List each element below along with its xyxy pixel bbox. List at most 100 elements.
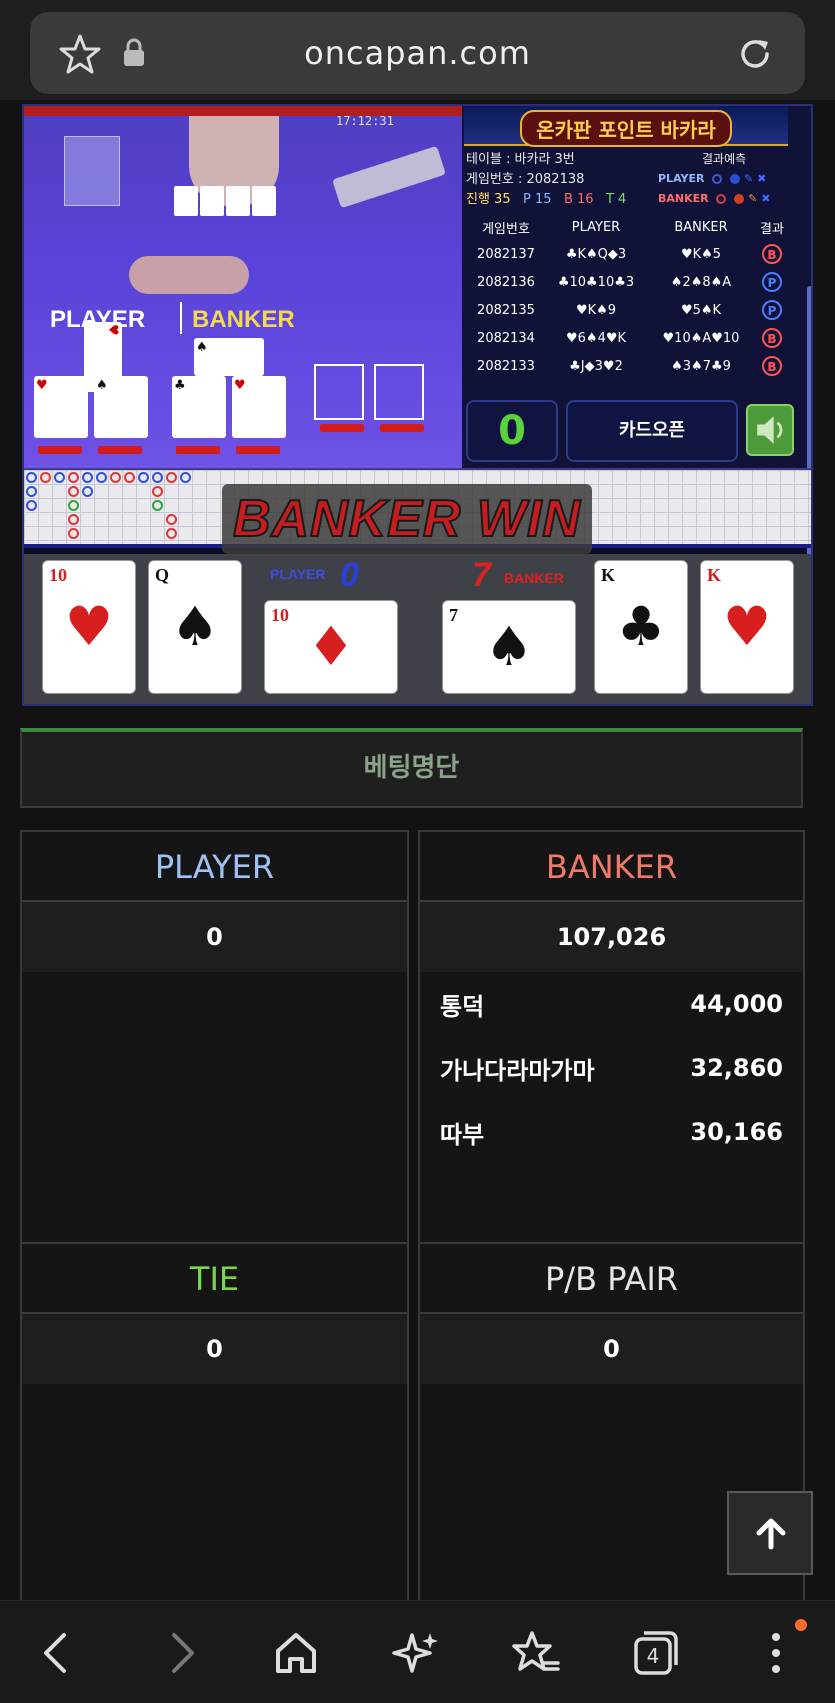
- history-result-badge: P: [762, 272, 782, 292]
- history-header-cell: 결과: [760, 221, 784, 237]
- sparkle-icon[interactable]: [388, 1625, 444, 1681]
- bettor-name: 통덕: [440, 992, 485, 1021]
- countdown-display: 0: [466, 400, 558, 462]
- card-pad: [98, 446, 142, 454]
- history-banker-cards: ♠3♠7♣9: [671, 358, 731, 374]
- history-row: 2082136 ♣10♣10♣3 ♠2♠8♠A P: [466, 268, 788, 296]
- predict-banker-label: BANKER: [658, 192, 709, 205]
- baccarat-game-area: 17:12:31 PLAYER BANKER ♥ ♠ ♥ ♠ ♣ ♥ 온카판 포…: [22, 104, 813, 706]
- predict-edit-icon[interactable]: ✎: [748, 192, 757, 205]
- history-player-cards: ♣10♣10♣3: [557, 274, 635, 290]
- card-rank: K: [707, 565, 722, 585]
- road-marker: [124, 472, 135, 483]
- bet-amount: 44,000: [690, 990, 783, 1018]
- table-cards: [174, 186, 304, 222]
- predict-banker-row[interactable]: BANKER ✎ ✖: [658, 192, 770, 205]
- history-header-cell: BANKER: [674, 219, 728, 235]
- card-open-button[interactable]: 카드오픈: [566, 400, 738, 462]
- dealer-hands: [129, 256, 249, 294]
- predict-cancel-icon[interactable]: ✖: [757, 172, 766, 185]
- bet-entry: 통덕 44,000: [420, 972, 803, 1036]
- banner-title: 온카판 포인트 바카라: [520, 110, 732, 147]
- empty-card-slot: [374, 364, 424, 420]
- history-table: 게임번호 PLAYER BANKER 결과 2082137 ♣K♠Q◆3 ♥K♠…: [466, 214, 788, 380]
- history-player-cards: ♣J◆3♥2: [569, 358, 623, 374]
- road-marker: [26, 486, 37, 497]
- banker-bet-total: 107,026: [420, 902, 803, 972]
- page: oncapan.com 17:12:31 PLAYER BANKER ♥ ♠ ♥…: [0, 0, 835, 1703]
- road-marker: [166, 528, 177, 539]
- home-icon[interactable]: [268, 1625, 324, 1681]
- road-marker: [82, 486, 93, 497]
- game-banner: 온카판 포인트 바카라: [464, 106, 788, 147]
- history-row: 2082135 ♥K♠9 ♥5♠K P: [466, 296, 788, 324]
- history-game-no: 2082137: [477, 246, 535, 262]
- history-player-cards: ♣K♠Q◆3: [565, 246, 627, 262]
- player-card: 10 ♥: [42, 560, 136, 694]
- betting-list-title: 베팅명단: [20, 728, 803, 808]
- video-timer: 17:12:31: [336, 114, 394, 128]
- road-marker: [26, 500, 37, 511]
- scroll-to-top-button[interactable]: [727, 1491, 813, 1575]
- card-rank: K: [601, 565, 616, 585]
- card-suit: ♥: [64, 595, 114, 658]
- predict-player-row[interactable]: PLAYER ✎ ✖: [658, 172, 766, 185]
- road-marker: [138, 472, 149, 483]
- pair-bet-title: P/B PAIR: [420, 1244, 803, 1314]
- tie-bet-title: TIE: [22, 1244, 407, 1314]
- bet-amount: 30,166: [690, 1118, 783, 1146]
- road-marker: [96, 472, 107, 483]
- video-divider: [180, 302, 182, 334]
- result-card-strip: 10 ♥ Q ♠ 10 ♦ PLAYER 0 7 BANKER 7 ♠ K ♣: [24, 554, 811, 704]
- more-menu-icon[interactable]: [748, 1625, 804, 1681]
- predict-dot-icon[interactable]: [734, 194, 745, 204]
- history-result-badge: B: [762, 356, 782, 376]
- predict-dot-icon[interactable]: [730, 174, 741, 184]
- url-text[interactable]: oncapan.com: [30, 34, 805, 72]
- road-marker: [68, 500, 79, 511]
- player-count: P 15: [523, 192, 552, 207]
- player-bet-total: 0: [22, 902, 407, 972]
- predict-cancel-icon[interactable]: ✖: [761, 192, 770, 205]
- empty-card-slot: [314, 364, 364, 420]
- road-marker: [152, 486, 163, 497]
- history-row: 2082134 ♥6♠4♥K ♥10♠A♥10 B: [466, 324, 788, 352]
- road-marker: [166, 514, 177, 525]
- history-banker-cards: ♥10♠A♥10: [662, 330, 740, 346]
- sound-toggle-button[interactable]: [746, 404, 794, 456]
- history-result-badge: B: [762, 328, 782, 348]
- control-row: 0 카드오픈: [466, 400, 794, 462]
- history-header-cell: 게임번호: [482, 221, 530, 237]
- bet-amount: 32,860: [690, 1054, 783, 1082]
- predict-edit-icon[interactable]: ✎: [744, 172, 753, 185]
- reload-icon[interactable]: [735, 34, 775, 74]
- speaker-icon: [757, 416, 783, 444]
- card-pad: [236, 446, 280, 454]
- predict-circle-icon[interactable]: [712, 174, 723, 184]
- progress-count: 진행 35: [466, 192, 511, 207]
- history-row: 2082137 ♣K♠Q◆3 ♥K♠5 B: [466, 240, 788, 268]
- history-game-no: 2082136: [477, 274, 535, 290]
- bookmarks-icon[interactable]: [508, 1625, 564, 1681]
- address-bar[interactable]: oncapan.com: [30, 12, 805, 94]
- pair-bet-total: 0: [420, 1314, 803, 1384]
- predict-circle-icon[interactable]: [716, 194, 727, 204]
- history-game-no: 2082135: [477, 302, 535, 318]
- banker-score-label: BANKER: [504, 570, 564, 586]
- card-rack: [332, 145, 446, 209]
- banker-score: 7: [472, 556, 491, 594]
- road-marker: [82, 472, 93, 483]
- back-icon[interactable]: [30, 1625, 86, 1681]
- video-card: ♣: [172, 376, 226, 438]
- banker-count: B 16: [563, 192, 594, 207]
- tabs-button[interactable]: 4: [628, 1625, 684, 1681]
- predict-player-label: PLAYER: [658, 172, 705, 185]
- history-row: 2082133 ♣J◆3♥2 ♠3♠7♣9 B: [466, 352, 788, 380]
- card-pad: [176, 446, 220, 454]
- result-banner-text: BANKER WIN: [232, 489, 581, 549]
- card-pad: [320, 424, 364, 432]
- forward-icon[interactable]: [152, 1625, 208, 1681]
- tie-count: T 4: [605, 192, 627, 207]
- banker-bet-panel: BANKER 107,026 통덕 44,000 가나다라마가마 32,860 …: [418, 830, 805, 1244]
- banker-bet-title: BANKER: [420, 832, 803, 902]
